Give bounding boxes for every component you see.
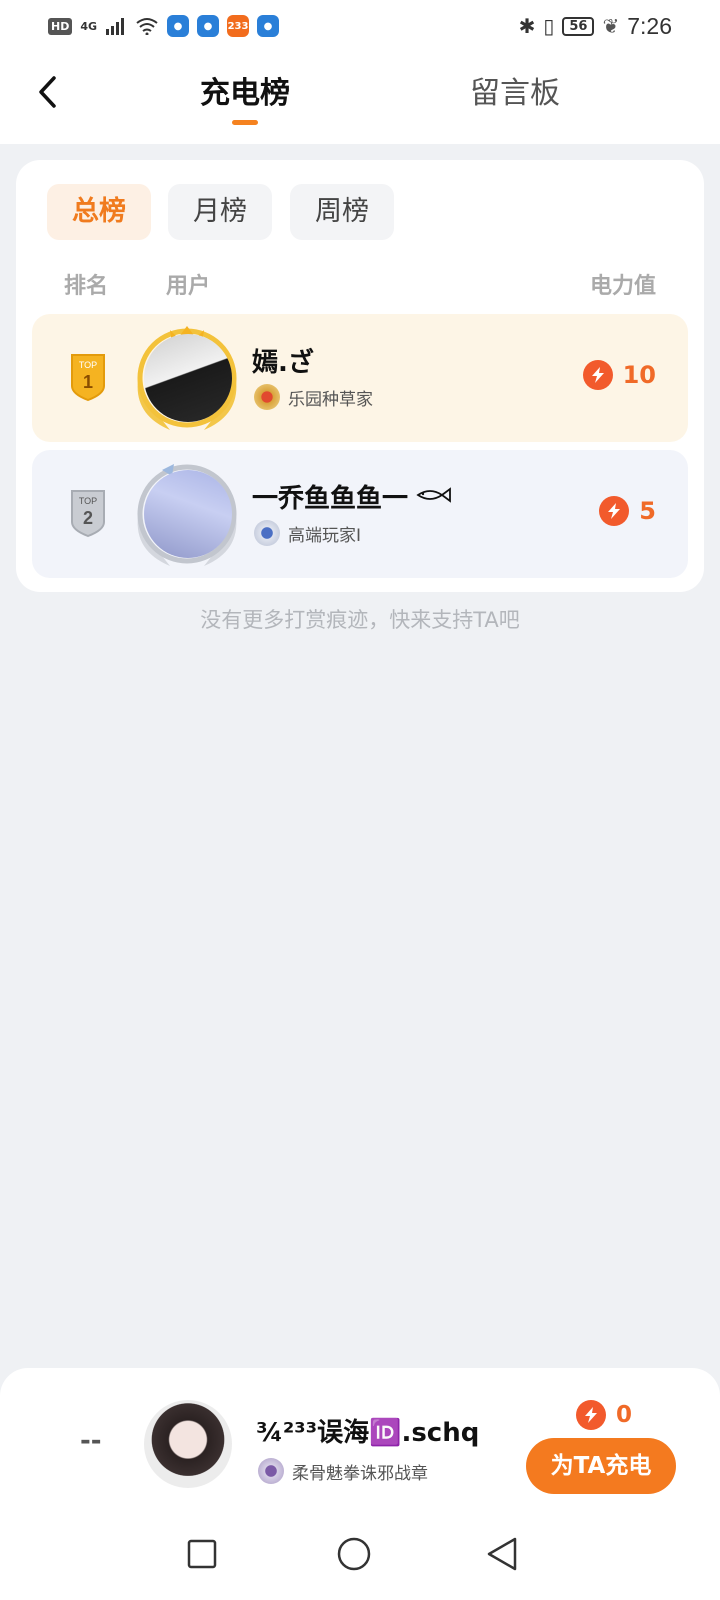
power-number: 0 bbox=[616, 1402, 633, 1428]
status-right: ✱ ▯ 56 ❦ 7:26 bbox=[519, 13, 672, 40]
my-name: ¾²³³误海🆔.schq bbox=[256, 1418, 480, 1448]
app-233-icon: 233 bbox=[227, 15, 250, 37]
lightning-icon bbox=[599, 496, 630, 526]
tab-indicator bbox=[232, 120, 258, 125]
power-value: 5 bbox=[599, 496, 656, 526]
ranking-row[interactable]: TOP 1 嫣.ざ 乐园种草家 10 bbox=[32, 314, 688, 442]
avatar-frame[interactable] bbox=[130, 320, 244, 434]
app-notification-icon: ● bbox=[197, 15, 220, 37]
column-power: 电力值 bbox=[589, 274, 656, 299]
medal-icon bbox=[258, 1458, 284, 1484]
empty-tip: 没有更多打赏痕迹，快来支持TA吧 bbox=[200, 608, 520, 632]
filter-month[interactable]: 月榜 bbox=[168, 184, 272, 240]
network-type: 4G bbox=[80, 19, 98, 33]
avatar bbox=[144, 470, 232, 558]
app-notification-icon: ● bbox=[167, 15, 190, 37]
column-user: 用户 bbox=[166, 274, 211, 299]
back-button[interactable] bbox=[28, 70, 68, 114]
system-navbar bbox=[0, 1508, 720, 1600]
power-number: 5 bbox=[639, 497, 656, 525]
my-rank: -- bbox=[80, 1426, 102, 1456]
lightning-icon bbox=[576, 1400, 606, 1430]
medal-icon bbox=[254, 384, 280, 410]
bluetooth-icon: ✱ bbox=[518, 14, 536, 38]
medal-label: 柔骨魅拳诛邪战章 bbox=[292, 1463, 428, 1484]
user-name: 嫣.ざ bbox=[252, 348, 314, 378]
column-rank: 排名 bbox=[64, 274, 109, 299]
tab-charge-ranking[interactable]: 充电榜 bbox=[190, 74, 300, 114]
app-notification-icon: ● bbox=[257, 15, 280, 37]
medal-label: 高端玩家I bbox=[288, 525, 362, 546]
ranking-card: 总榜 月榜 周榜 排名 用户 电力值 TOP 1 嫣.ざ 乐园种草家 10 TO… bbox=[16, 160, 704, 592]
triangle-back-icon bbox=[487, 1537, 517, 1571]
square-icon bbox=[187, 1539, 217, 1569]
battery-icon: 56 bbox=[562, 16, 595, 36]
charge-button[interactable]: 为TA充电 bbox=[526, 1438, 676, 1494]
top1-badge-icon: TOP 1 bbox=[71, 354, 105, 402]
circle-icon bbox=[337, 1537, 371, 1571]
user-medal: 高端玩家I bbox=[254, 520, 361, 546]
header: 充电榜 留言板 bbox=[0, 52, 720, 144]
clock: 7:26 bbox=[627, 12, 672, 39]
back-arrow-icon bbox=[39, 76, 56, 108]
lightning-icon bbox=[582, 360, 613, 390]
power-value: 10 bbox=[582, 360, 656, 390]
hd-indicator: HD bbox=[48, 17, 73, 35]
top2-badge-icon: TOP 2 bbox=[71, 490, 105, 538]
status-left: HD 4G ● ● 233 ● bbox=[48, 15, 280, 37]
medal-label: 乐园种草家 bbox=[288, 389, 373, 410]
rank-number: 2 bbox=[83, 508, 93, 528]
tab-message-board[interactable]: 留言板 bbox=[460, 74, 570, 114]
user-medal: 乐园种草家 bbox=[254, 384, 373, 410]
rank-number: 1 bbox=[83, 372, 93, 392]
my-medal: 柔骨魅拳诛邪战章 bbox=[258, 1458, 428, 1484]
filter-week[interactable]: 周榜 bbox=[290, 184, 394, 240]
avatar bbox=[144, 334, 232, 422]
rank-top-label: TOP bbox=[79, 496, 97, 506]
medal-icon bbox=[254, 520, 280, 546]
user-name: 一乔鱼鱼鱼一 bbox=[252, 484, 409, 514]
filter-total[interactable]: 总榜 bbox=[47, 184, 151, 240]
vibrate-icon: ▯ bbox=[543, 14, 555, 38]
fish-icon bbox=[416, 487, 451, 503]
leaf-icon: ❦ bbox=[602, 14, 620, 38]
recents-button[interactable] bbox=[178, 1530, 226, 1578]
rank-top-label: TOP bbox=[79, 360, 97, 370]
signal-icon bbox=[106, 18, 125, 35]
power-number: 10 bbox=[622, 361, 656, 389]
home-button[interactable] bbox=[330, 1530, 378, 1578]
back-nav-button[interactable] bbox=[478, 1530, 526, 1578]
my-avatar[interactable] bbox=[144, 1400, 232, 1488]
my-power-value: 0 bbox=[576, 1400, 632, 1430]
status-bar: HD 4G ● ● 233 ● ✱ ▯ 56 ❦ 7:26 bbox=[0, 0, 720, 52]
wifi-icon bbox=[136, 18, 158, 35]
ranking-row[interactable]: TOP 2 一乔鱼鱼鱼一 高端玩家I 5 bbox=[32, 450, 688, 578]
avatar-frame[interactable] bbox=[130, 456, 244, 570]
